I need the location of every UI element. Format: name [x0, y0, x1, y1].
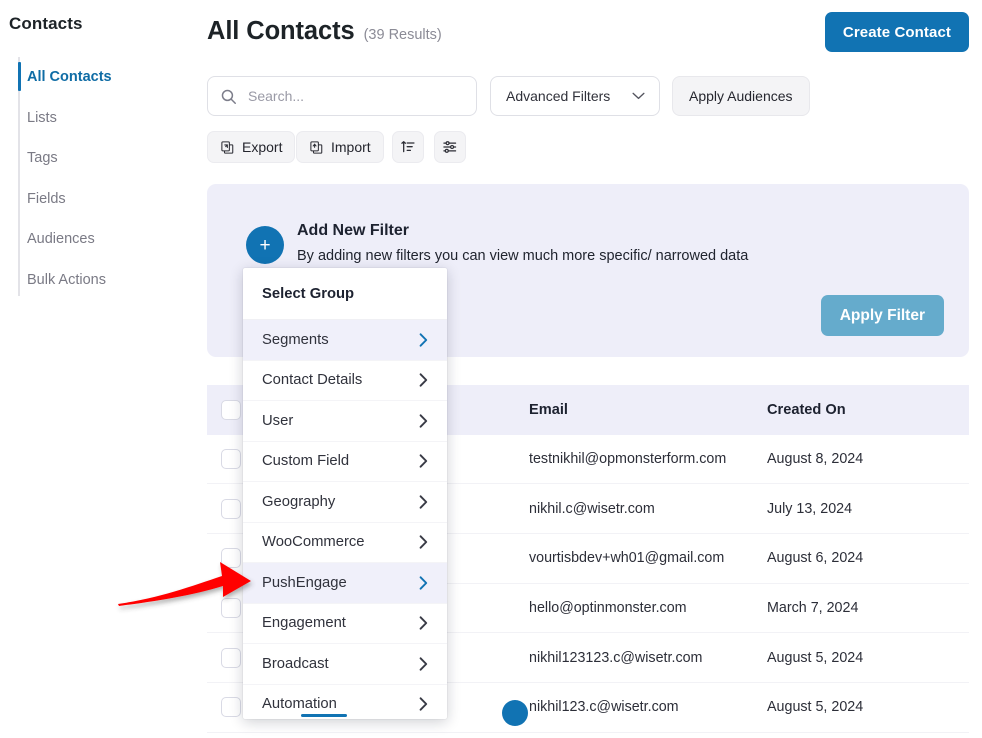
dropdown-title: Select Group [243, 268, 447, 320]
sort-button[interactable] [392, 131, 424, 163]
column-header-created-on: Created On [767, 401, 846, 418]
page-header: All Contacts (39 Results) [207, 17, 442, 46]
chevron-right-icon [419, 535, 428, 549]
cell-email: hello@optinmonster.com [529, 600, 687, 617]
cell-created-on: August 6, 2024 [767, 550, 864, 567]
dropdown-scrollbar[interactable] [301, 714, 347, 717]
chevron-right-icon [419, 495, 428, 509]
chevron-right-icon [419, 333, 428, 347]
sort-icon [401, 141, 415, 153]
sidebar-item-label: Bulk Actions [27, 271, 106, 288]
search-icon [221, 89, 236, 104]
chevron-right-icon [419, 373, 428, 387]
advanced-filters-dropdown[interactable]: Advanced Filters [490, 76, 660, 116]
add-filter-heading: Add New Filter [297, 222, 410, 239]
row-checkbox[interactable] [220, 697, 241, 718]
dropdown-item-pushengage[interactable]: PushEngage [243, 563, 447, 604]
chevron-right-icon [419, 697, 428, 711]
row-checkbox[interactable] [220, 449, 241, 470]
dropdown-item-label: Broadcast [262, 655, 329, 672]
chevron-right-icon [419, 454, 428, 468]
search-input[interactable] [248, 88, 458, 104]
select-all-checkbox[interactable] [220, 399, 241, 420]
dropdown-item-contact-details[interactable]: Contact Details [243, 361, 447, 401]
sidebar-item-lists[interactable]: Lists [0, 98, 191, 139]
sidebar: Contacts All Contacts Lists Tags Fields … [0, 0, 191, 738]
cell-email: vourtisbdev+wh01@gmail.com [529, 550, 725, 567]
sidebar-item-all-contacts[interactable]: All Contacts [0, 57, 191, 98]
dropdown-item-segments[interactable]: Segments [243, 320, 447, 361]
row-checkbox[interactable] [220, 647, 241, 668]
apply-audiences-button[interactable]: Apply Audiences [672, 76, 810, 116]
cell-email: nikhil.c@wisetr.com [529, 500, 655, 517]
add-filter-button[interactable]: + [246, 226, 284, 264]
row-checkbox[interactable] [220, 498, 241, 519]
cell-created-on: July 13, 2024 [767, 500, 853, 517]
cell-email: testnikhil@opmonsterform.com [529, 451, 727, 468]
contacts-page: Contacts All Contacts Lists Tags Fields … [0, 0, 982, 738]
chevron-right-icon [419, 616, 428, 630]
export-label: Export [242, 139, 283, 155]
results-count: (39 Results) [363, 27, 442, 43]
dropdown-item-engagement[interactable]: Engagement [243, 604, 447, 644]
sidebar-title: Contacts [9, 14, 83, 33]
sliders-icon [443, 141, 457, 153]
search-field[interactable] [207, 76, 477, 116]
page-title: All Contacts [207, 17, 355, 45]
dropdown-item-geography[interactable]: Geography [243, 482, 447, 523]
sidebar-item-label: Audiences [27, 231, 95, 248]
dropdown-item-broadcast[interactable]: Broadcast [243, 644, 447, 685]
chevron-down-icon [632, 92, 645, 100]
cell-created-on: August 5, 2024 [767, 649, 864, 666]
row-checkbox[interactable] [220, 598, 241, 619]
sidebar-item-bulk-actions[interactable]: Bulk Actions [0, 260, 191, 301]
import-button[interactable]: Import [296, 131, 384, 163]
import-label: Import [331, 139, 371, 155]
sidebar-item-label: Lists [27, 109, 57, 126]
dropdown-item-label: User [262, 412, 294, 429]
sidebar-item-tags[interactable]: Tags [0, 138, 191, 179]
row-checkbox[interactable] [220, 548, 241, 569]
select-group-dropdown: Select Group Segments Contact Details Us… [243, 268, 447, 719]
dropdown-item-label: Automation [262, 696, 337, 713]
dropdown-item-label: PushEngage [262, 574, 347, 591]
cell-created-on: March 7, 2024 [767, 600, 859, 617]
active-indicator [18, 62, 21, 91]
column-settings-button[interactable] [434, 131, 466, 163]
chevron-right-icon [419, 576, 428, 590]
dropdown-item-label: Geography [262, 493, 336, 510]
cell-created-on: August 8, 2024 [767, 451, 864, 468]
sidebar-item-fields[interactable]: Fields [0, 179, 191, 220]
apply-filter-button[interactable]: Apply Filter [820, 295, 944, 336]
advanced-filters-label: Advanced Filters [506, 88, 611, 104]
cell-email: nikhil123.c@wisetr.com [529, 699, 679, 716]
dropdown-item-label: Custom Field [262, 453, 350, 470]
dropdown-item-label: Segments [262, 331, 329, 348]
chevron-right-icon [419, 657, 428, 671]
column-header-email: Email [529, 401, 568, 418]
plus-icon: + [259, 234, 271, 256]
import-icon [310, 140, 323, 154]
cell-email: nikhil123123.c@wisetr.com [529, 649, 703, 666]
export-button[interactable]: Export [207, 131, 296, 163]
dropdown-item-label: WooCommerce [262, 534, 365, 551]
sidebar-nav: All Contacts Lists Tags Fields Audiences… [0, 57, 191, 300]
chevron-right-icon [419, 414, 428, 428]
dropdown-item-user[interactable]: User [243, 401, 447, 442]
sidebar-item-label: Tags [27, 150, 58, 167]
cell-created-on: August 5, 2024 [767, 699, 864, 716]
dropdown-item-label: Contact Details [262, 372, 363, 389]
export-icon [221, 140, 234, 154]
add-filter-subtext: By adding new filters you can view much … [297, 248, 749, 264]
sidebar-item-label: Fields [27, 190, 66, 207]
create-contact-button[interactable]: Create Contact [824, 12, 969, 52]
sidebar-item-audiences[interactable]: Audiences [0, 219, 191, 260]
dropdown-item-custom-field[interactable]: Custom Field [243, 442, 447, 482]
dropdown-item-label: Engagement [262, 615, 346, 632]
sidebar-item-label: All Contacts [27, 69, 112, 86]
dropdown-item-woocommerce[interactable]: WooCommerce [243, 523, 447, 563]
avatar [502, 700, 528, 726]
